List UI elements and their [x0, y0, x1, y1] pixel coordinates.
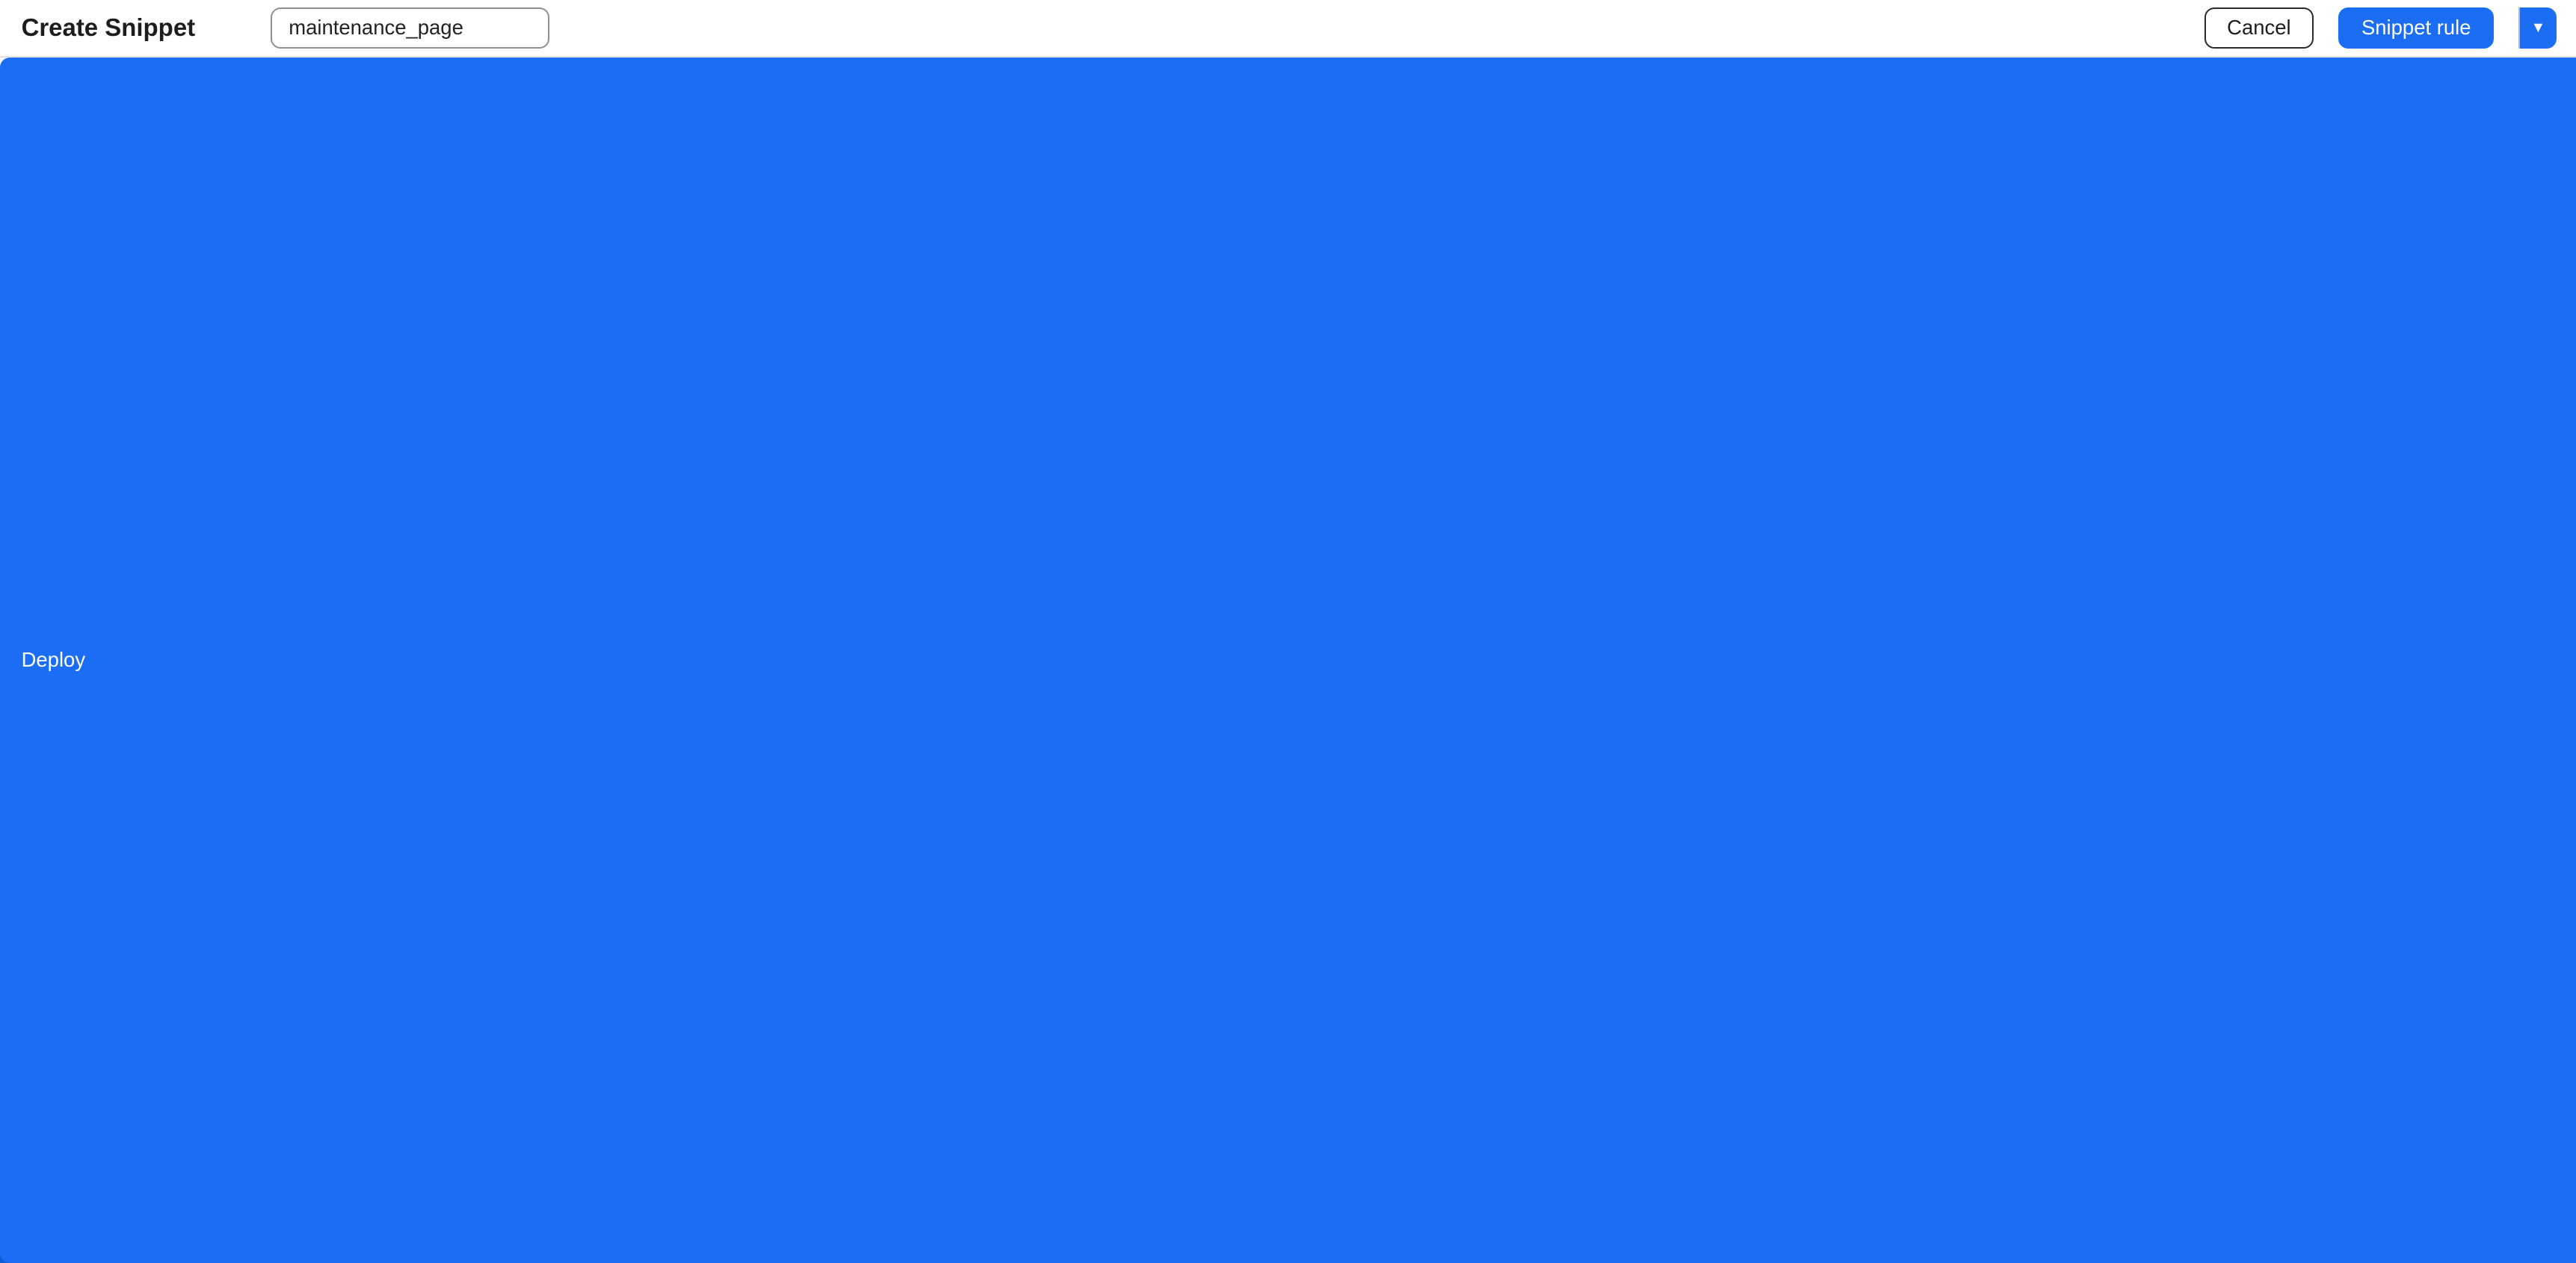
top-header: Create Snippet Cancel Snippet rule Deplo…: [0, 0, 2576, 58]
deploy-split-button: Deploy ▼: [2518, 7, 2556, 49]
page-title: Create Snippet: [22, 13, 196, 42]
snippet-name-input[interactable]: [271, 7, 549, 49]
app-window: Create Snippet Cancel Snippet rule Deplo…: [0, 0, 2576, 1263]
cancel-button[interactable]: Cancel: [2204, 7, 2314, 49]
deploy-button[interactable]: Deploy: [0, 58, 2576, 1263]
snippet-rule-button[interactable]: Snippet rule: [2338, 7, 2494, 49]
header-actions: Cancel Snippet rule Deploy ▼: [2204, 7, 2557, 49]
deploy-dropdown-caret[interactable]: ▼: [2518, 7, 2556, 49]
